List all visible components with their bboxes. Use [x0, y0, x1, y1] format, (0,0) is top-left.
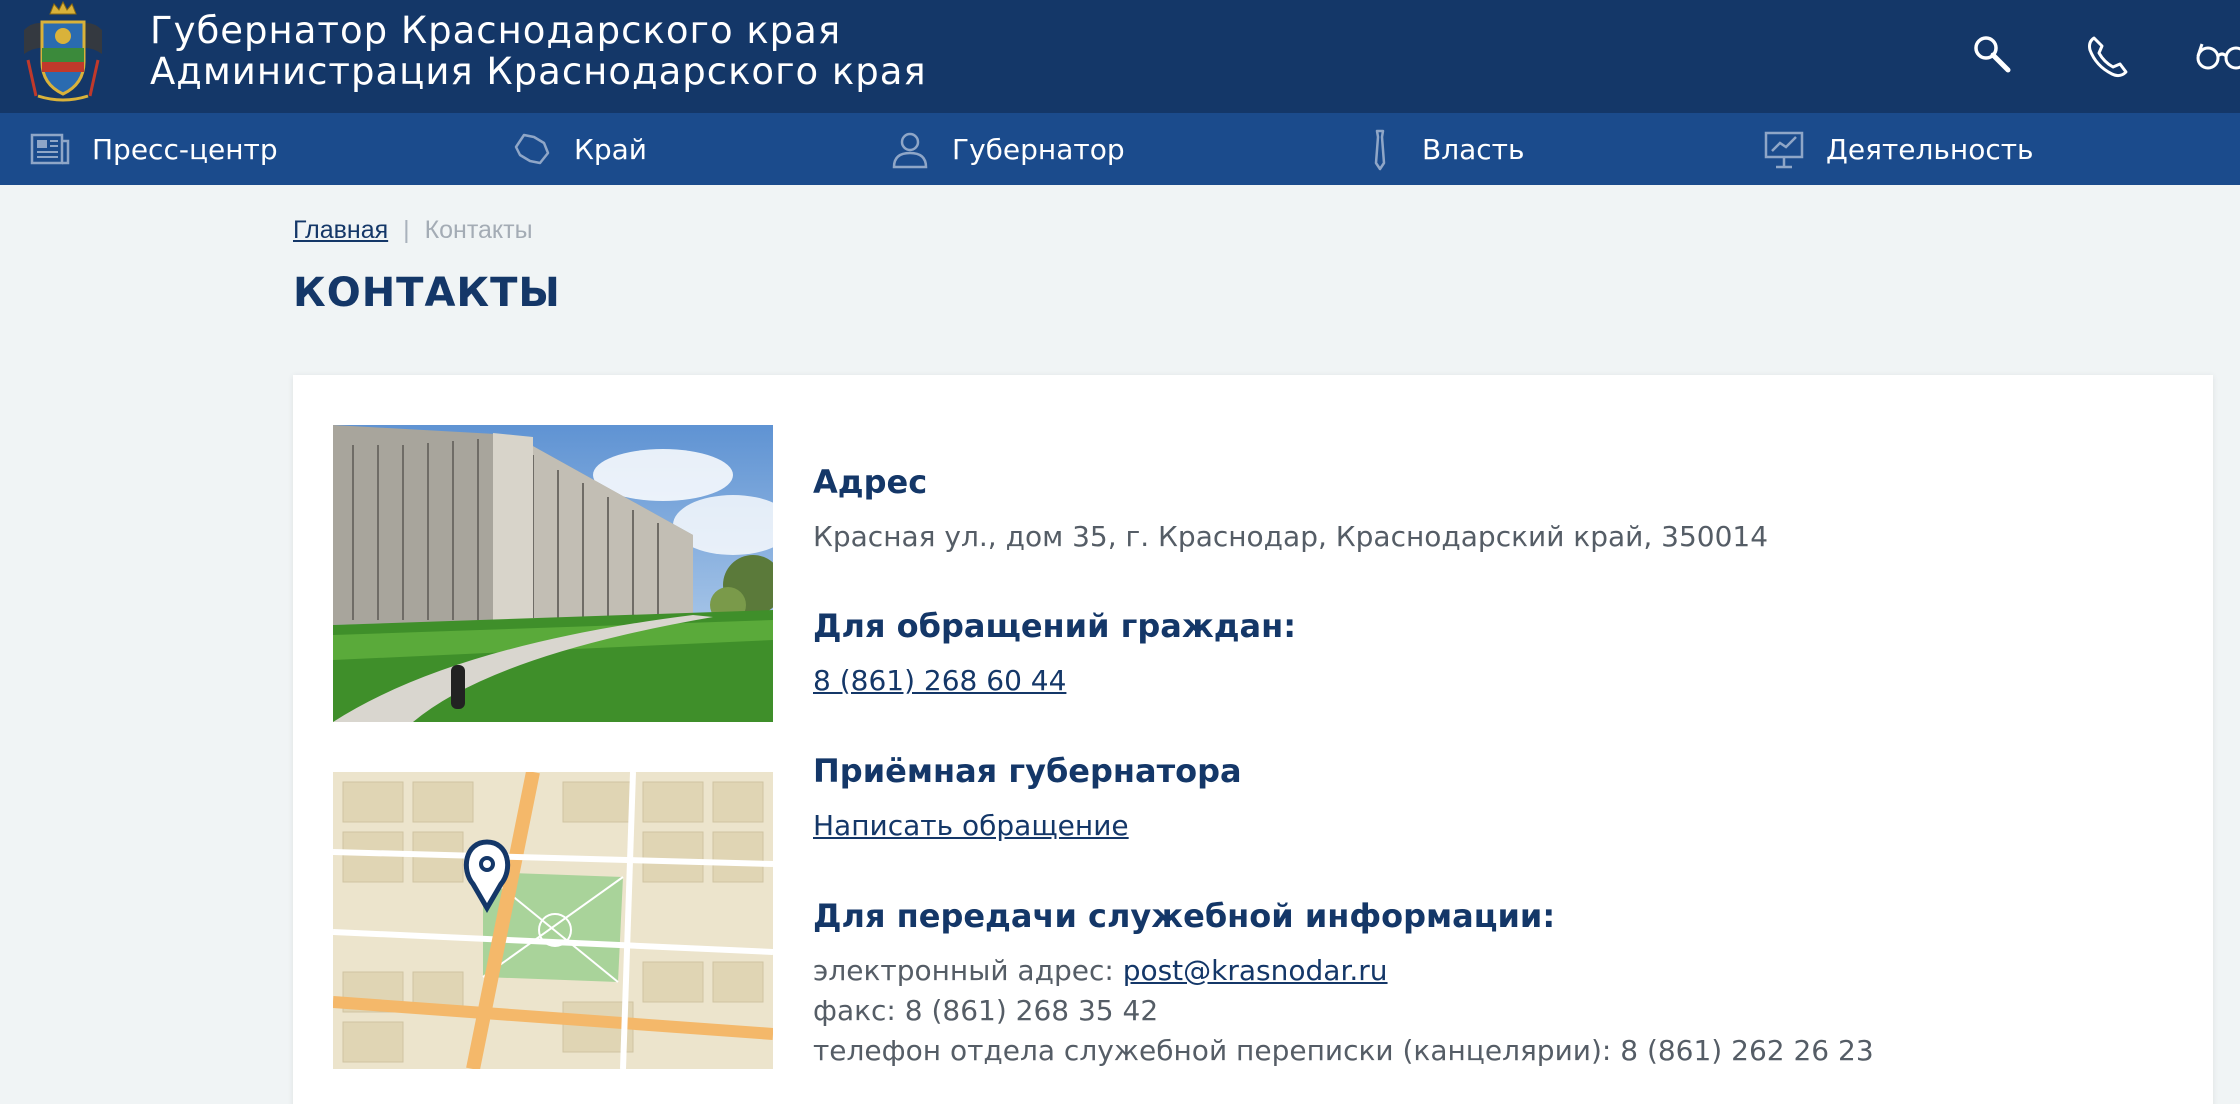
nav-item-activity[interactable]: Деятельность — [1762, 113, 2034, 185]
address-text: Красная ул., дом 35, г. Краснодар, Красн… — [813, 520, 1769, 553]
reception-heading: Приёмная губернатора — [813, 752, 1242, 790]
nav-label-activity: Деятельность — [1826, 132, 2034, 166]
page-title: КОНТАКТЫ — [293, 270, 561, 316]
site-title-administration[interactable]: Администрация Краснодарского края — [150, 51, 927, 92]
site-title-governor[interactable]: Губернатор Краснодарского края — [150, 10, 927, 51]
person-icon — [888, 127, 932, 171]
email-label: электронный адрес: — [813, 954, 1123, 987]
citizens-phone-link[interactable]: 8 (861) 268 60 44 — [813, 664, 1066, 697]
write-appeal-link[interactable]: Написать обращение — [813, 809, 1129, 842]
tie-icon — [1358, 127, 1402, 171]
location-map[interactable] — [333, 772, 773, 1069]
region-map-icon — [510, 127, 554, 171]
nav-label-region: Край — [574, 132, 648, 166]
breadcrumb: Главная | Контакты — [293, 216, 533, 245]
breadcrumb-home-link[interactable]: Главная — [293, 216, 388, 244]
nav-label-governor: Губернатор — [952, 132, 1125, 166]
coat-of-arms-logo[interactable] — [18, 0, 108, 104]
administration-building-photo — [333, 425, 773, 722]
nav-item-press-center[interactable]: Пресс-центр — [28, 113, 278, 185]
newspaper-icon — [28, 127, 72, 171]
site-titles[interactable]: Губернатор Краснодарского края Администр… — [150, 10, 927, 92]
nav-item-authority[interactable]: Власть — [1358, 113, 1524, 185]
breadcrumb-current: Контакты — [424, 216, 533, 244]
presentation-icon — [1762, 127, 1806, 171]
main-nav: Пресс-центр Край Губернатор Власть Деяте… — [0, 113, 2240, 185]
address-heading: Адрес — [813, 463, 928, 501]
email-link[interactable]: post@krasnodar.ru — [1123, 954, 1388, 987]
nav-label-press-center: Пресс-центр — [92, 132, 278, 166]
nav-item-region[interactable]: Край — [510, 113, 647, 185]
service-info-heading: Для передачи служебной информации: — [813, 897, 1556, 935]
citizens-heading: Для обращений граждан: — [813, 607, 1297, 645]
nav-label-authority: Власть — [1422, 132, 1525, 166]
nav-item-governor[interactable]: Губернатор — [888, 113, 1125, 185]
contacts-card: Адрес Красная ул., дом 35, г. Краснодар,… — [293, 375, 2213, 1104]
search-icon[interactable] — [1964, 28, 2020, 84]
site-header: Губернатор Краснодарского края Администр… — [0, 0, 2240, 113]
phone-icon[interactable] — [2080, 28, 2136, 84]
email-line: электронный адрес: post@krasnodar.ru — [813, 954, 1388, 987]
glasses-icon[interactable] — [2194, 28, 2240, 84]
breadcrumb-separator: | — [403, 216, 410, 244]
fax-text: факс: 8 (861) 268 35 42 — [813, 994, 1159, 1027]
chancellery-phone-text: телефон отдела служебной переписки (канц… — [813, 1034, 1874, 1067]
